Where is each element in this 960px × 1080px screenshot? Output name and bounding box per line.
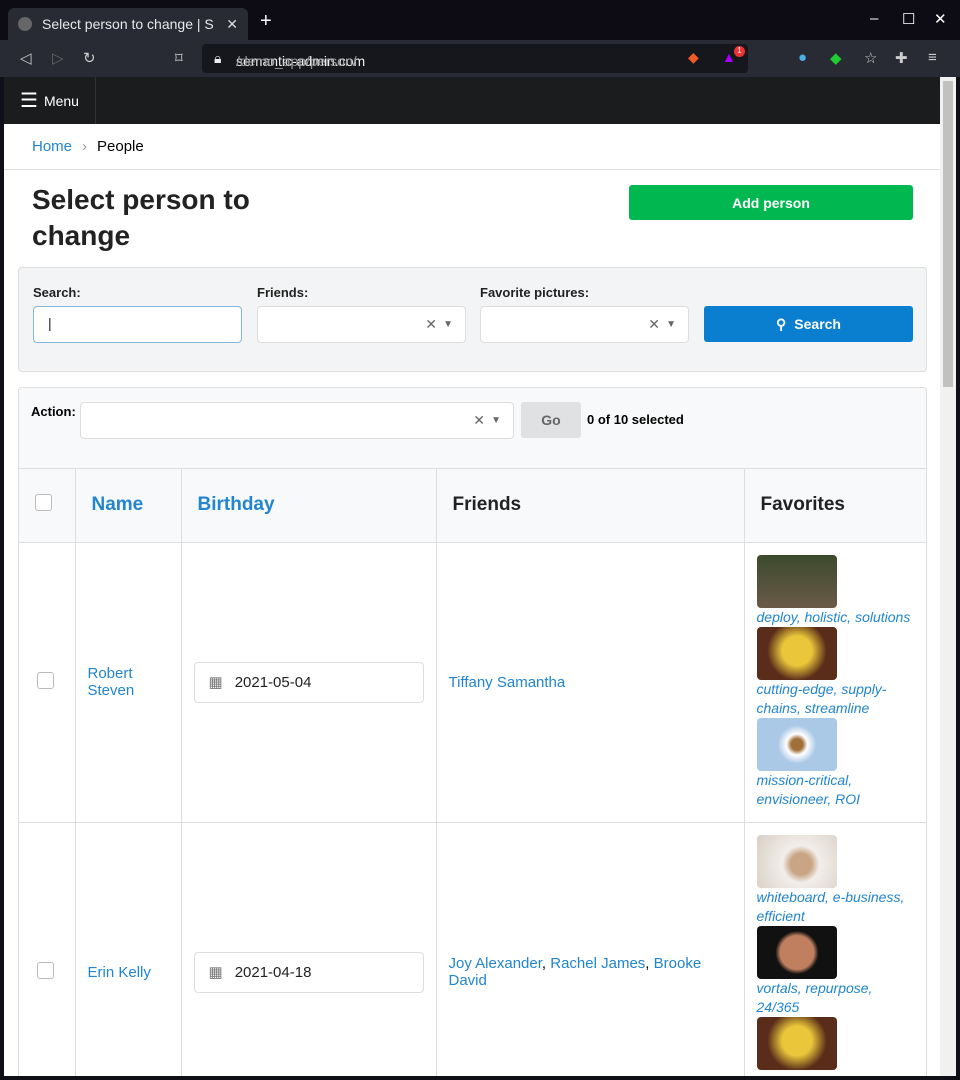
search-button-label: Search [794,316,841,332]
calendar-icon: ▦ [208,964,223,981]
person-name-link[interactable]: Erin Kelly [88,964,151,981]
extension-v-icon[interactable]: ● [798,49,807,66]
globe-icon [18,17,32,31]
lock-icon: 🔒︎ [214,50,222,66]
extension-green-icon[interactable]: ◆ [830,49,842,67]
friends-label: Friends: [257,285,309,300]
chevron-right-icon: › [82,138,88,155]
select-all-checkbox[interactable] [35,493,52,511]
dropdown-icon: ▼ [491,415,501,426]
browser-toolbar: ◁ ▷ ↻ ⌑ 🔒︎ semantic-admin.com/demo_app/pe… [0,40,960,77]
column-favorites: Favorites [744,469,926,543]
maximize-button[interactable]: ☐ [902,10,915,28]
new-tab-button[interactable]: + [260,10,272,33]
browser-tabbar: Select person to change | S ✕ + – ☐ ✕ [0,0,960,40]
results: Action: ✕ ▼ Go 0 of 10 selected Name Birt… [18,387,927,1076]
breadcrumb: Home › People [4,124,940,170]
search-input[interactable]: | [33,306,242,343]
column-friends: Friends [436,469,745,543]
person-name-link[interactable]: Robert Steven [88,665,135,699]
calendar-icon: ▦ [208,674,223,691]
star-icon[interactable]: ☆ [864,49,877,67]
friend-link[interactable]: Rachel James [550,955,645,972]
favorite-image[interactable] [756,555,837,608]
people-table: Name Birthday Friends Favorites Robert S… [19,469,926,1076]
go-button[interactable]: Go [521,402,581,438]
extensions-icon[interactable]: ✚ [895,49,908,67]
favorite-tags-link[interactable]: cutting-edge, supply-chains, streamline [757,680,917,718]
close-window-button[interactable]: ✕ [934,10,947,28]
page: ☰ Menu Home › People Select person to cha… [4,77,940,1076]
favorites-select[interactable]: ✕ ▼ [480,306,689,343]
minimize-button[interactable]: – [870,10,878,27]
search-icon: ⚲ [776,315,787,332]
search-label: Search: [33,285,81,300]
scrollbar[interactable] [940,77,956,1076]
table-row: Erin Kelly ▦ 2021-04-18 Joy Alexander, Ra… [19,822,926,1076]
favorite-tags-link[interactable]: vortals, repurpose, 24/365 [757,979,917,1017]
clear-icon[interactable]: ✕ [425,316,437,333]
add-person-button[interactable]: Add person [629,185,913,220]
column-name[interactable]: Name [92,494,144,515]
browser-menu-icon[interactable]: ≡ [928,49,937,66]
favorites-label: Favorite pictures: [480,285,590,300]
friends-select[interactable]: ✕ ▼ [257,306,466,343]
favorite-image[interactable] [756,925,837,979]
close-tab-icon[interactable]: ✕ [226,16,238,33]
action-select[interactable]: ✕ ▼ [80,402,514,439]
row-checkbox[interactable] [37,671,54,689]
url-path: /demo_app/person/ [236,53,357,69]
breadcrumb-current: People [97,138,144,155]
clear-icon[interactable]: ✕ [648,316,660,333]
reload-icon[interactable]: ↻ [83,49,96,67]
brave-shield-icon[interactable]: ◆ [688,49,699,66]
address-bar[interactable]: 🔒︎ semantic-admin.com/demo_app/person/ ◆ … [202,44,748,73]
favorite-tags-link[interactable]: mission-critical, envisioneer, ROI [757,771,917,809]
tab-title: Select person to change | S [42,16,214,32]
table-row: Robert Steven ▦ 2021-05-04 Tiffany Samant… [19,542,926,823]
birthday-field[interactable]: ▦ 2021-04-18 [193,951,424,993]
birthday-value: 2021-05-04 [234,673,312,691]
favorite-tags-link[interactable]: deploy, holistic, solutions [757,608,917,627]
favorite-image[interactable] [756,718,837,771]
birthday-field[interactable]: ▦ 2021-05-04 [193,661,424,703]
menu-label: Menu [43,92,79,109]
search-button[interactable]: ⚲ Search [704,306,913,342]
favorite-image[interactable] [756,627,837,680]
scrollbar-thumb[interactable] [943,81,953,387]
bookmark-icon[interactable]: ⌑ [175,49,183,67]
actions-bar: Action: ✕ ▼ Go 0 of 10 selected [19,388,926,469]
clear-icon[interactable]: ✕ [473,412,485,429]
search-filters: Search: | Friends: ✕ ▼ Favorite pictures:… [18,267,927,372]
page-title: Select person to change [32,184,250,251]
rewards-badge: 1 [734,46,745,57]
breadcrumb-home[interactable]: Home [32,138,72,155]
menu-button[interactable]: ☰ Menu [4,77,96,124]
table-header: Name Birthday Friends Favorites [19,469,926,543]
favorite-tags-link[interactable]: whiteboard, e-business, efficient [757,888,917,926]
dropdown-icon: ▼ [443,319,453,330]
birthday-value: 2021-04-18 [234,963,312,981]
friend-link[interactable]: Tiffany Samantha [449,674,566,691]
column-birthday[interactable]: Birthday [198,494,275,515]
top-navbar: ☰ Menu [4,77,940,124]
row-checkbox[interactable] [37,961,54,979]
action-label: Action: [31,404,76,419]
favorite-image[interactable] [756,834,837,888]
forward-icon[interactable]: ▷ [52,49,64,67]
favorite-image[interactable] [756,1016,837,1070]
back-icon[interactable]: ◁ [20,49,32,67]
browser-tab[interactable]: Select person to change | S ✕ [8,8,248,40]
dropdown-icon: ▼ [666,319,676,330]
friend-link[interactable]: Joy Alexander [449,955,542,972]
selection-counter: 0 of 10 selected [587,412,684,427]
hamburger-icon: ☰ [20,90,38,112]
